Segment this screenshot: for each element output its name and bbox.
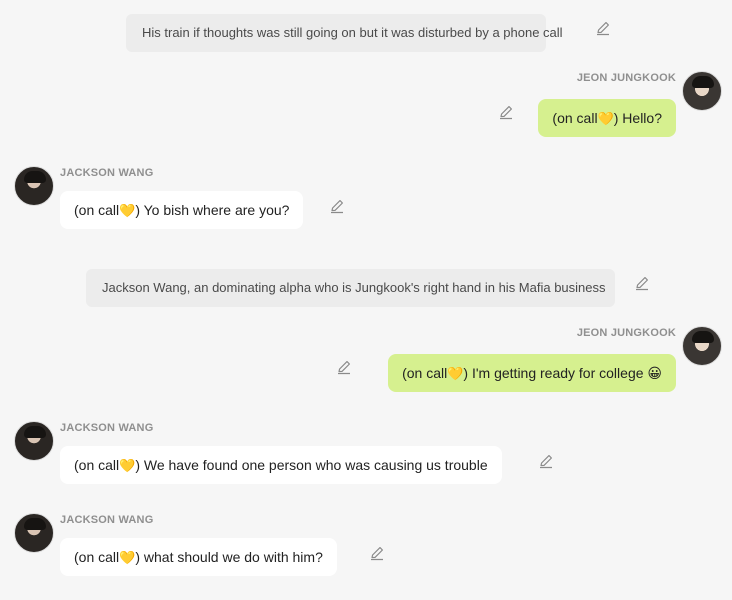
message-text: ) I'm getting ready for college 😀 xyxy=(463,365,662,381)
message-text: ) Hello? xyxy=(613,110,662,126)
heart-emoji: 💛 xyxy=(119,550,136,565)
avatar[interactable] xyxy=(14,166,54,206)
edit-pencil-icon[interactable] xyxy=(595,20,611,36)
message-prefix: (on call xyxy=(74,457,120,473)
chat-bubble: (on call💛) what should we do with him? xyxy=(60,538,337,576)
edit-pencil-icon[interactable] xyxy=(634,275,650,291)
narration-text: Jackson Wang, an dominating alpha who is… xyxy=(102,280,606,295)
sender-name: JACKSON WANG xyxy=(60,422,154,434)
message-prefix: (on call xyxy=(552,110,598,126)
edit-pencil-icon[interactable] xyxy=(369,545,385,561)
narration-message: His train if thoughts was still going on… xyxy=(126,14,563,52)
edit-pencil-icon[interactable] xyxy=(498,104,514,120)
message-text: ) Yo bish where are you? xyxy=(135,202,290,218)
message-text: ) We have found one person who was causi… xyxy=(135,457,488,473)
chat-bubble: (on call💛) I'm getting ready for college… xyxy=(388,354,676,392)
avatar[interactable] xyxy=(14,421,54,461)
edit-pencil-icon[interactable] xyxy=(329,198,345,214)
avatar[interactable] xyxy=(682,326,722,366)
heart-emoji: 💛 xyxy=(597,111,614,126)
message-prefix: (on call xyxy=(74,202,120,218)
chat-bubble: (on call💛) We have found one person who … xyxy=(60,446,502,484)
heart-emoji: 💛 xyxy=(119,458,136,473)
heart-emoji: 💛 xyxy=(447,366,464,381)
narration-text: His train if thoughts was still going on… xyxy=(142,25,563,40)
sender-name: JEON JUNGKOOK xyxy=(576,72,676,84)
sender-name: JACKSON WANG xyxy=(60,167,154,179)
edit-pencil-icon[interactable] xyxy=(538,453,554,469)
heart-emoji: 💛 xyxy=(119,203,136,218)
avatar[interactable] xyxy=(14,513,54,553)
message-prefix: (on call xyxy=(74,549,120,565)
edit-pencil-icon[interactable] xyxy=(336,359,352,375)
sender-name: JEON JUNGKOOK xyxy=(576,327,676,339)
message-text: ) what should we do with him? xyxy=(135,549,323,565)
narration-message: Jackson Wang, an dominating alpha who is… xyxy=(86,269,615,307)
chat-bubble: (on call💛) Hello? xyxy=(538,99,676,137)
chat-bubble: (on call💛) Yo bish where are you? xyxy=(60,191,304,229)
avatar[interactable] xyxy=(682,71,722,111)
message-prefix: (on call xyxy=(402,365,448,381)
sender-name: JACKSON WANG xyxy=(60,514,154,526)
